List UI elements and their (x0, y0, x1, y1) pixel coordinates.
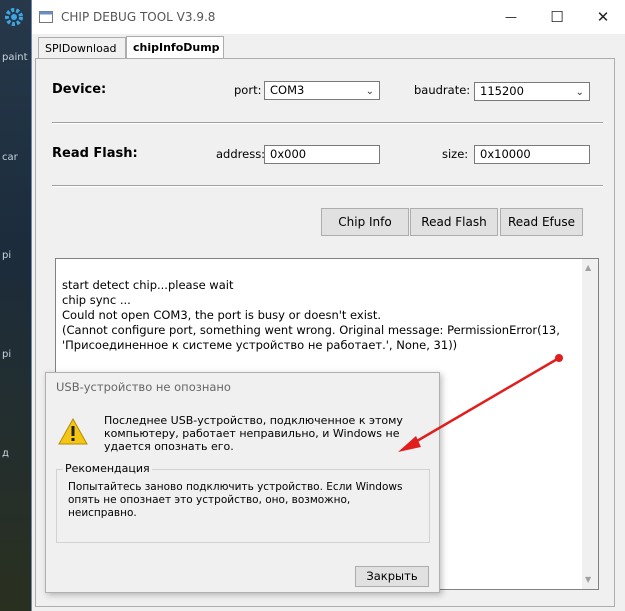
address-input[interactable]: 0x000 (264, 145, 380, 164)
log-line: (Cannot configure port, something went w… (62, 323, 560, 337)
read-flash-button[interactable]: Read Flash (410, 208, 498, 236)
size-input[interactable]: 0x10000 (474, 145, 590, 164)
port-select[interactable]: COM3 ⌄ (264, 81, 380, 100)
close-icon: ✕ (596, 8, 610, 26)
window-title: CHIP DEBUG TOOL V3.9.8 (61, 10, 216, 24)
tab-chipinfodump[interactable]: chipInfoDump (126, 36, 224, 59)
gear-icon[interactable] (0, 0, 31, 40)
recommendation-group: Рекомендация Попытайтесь заново подключи… (56, 462, 430, 543)
desktop-icon-label: pi (2, 349, 12, 360)
baudrate-value: 115200 (480, 84, 524, 98)
divider (52, 122, 603, 124)
desktop-icon-label: pi (2, 250, 12, 261)
address-label: address: (216, 147, 266, 161)
baudrate-label: baudrate: (414, 83, 471, 97)
dialog-title: USB-устройство не опознано (56, 380, 231, 394)
device-label: Device: (52, 82, 107, 97)
desktop-icon-label: paint (2, 52, 28, 63)
chevron-down-icon: ⌄ (365, 86, 374, 97)
divider (52, 185, 603, 187)
read-efuse-button[interactable]: Read Efuse (500, 208, 583, 236)
chip-info-button[interactable]: Chip Info (321, 208, 409, 236)
log-line: chip sync ... (62, 293, 131, 307)
read-flash-label: Read Flash: (52, 146, 138, 161)
warning-icon (58, 417, 88, 445)
vertical-scrollbar[interactable]: ▲ ▼ (582, 259, 598, 589)
minimize-icon: — (505, 10, 517, 24)
chevron-down-icon: ⌄ (575, 87, 584, 98)
dialog-close-button[interactable]: Закрыть (355, 566, 429, 587)
desktop-icon-label: д (2, 448, 9, 459)
size-label: size: (442, 147, 469, 161)
desktop-background: paint car pi pi д (0, 0, 31, 611)
maximize-button[interactable]: ☐ (534, 0, 580, 34)
recommendation-text: Попытайтесь заново подключить устройство… (68, 481, 403, 519)
desktop-icon-label: car (2, 152, 18, 163)
dialog-message: Последнее USB-устройство, подключенное к… (104, 414, 403, 453)
log-line: Could not open COM3, the port is busy or… (62, 308, 382, 322)
group-caption: Рекомендация (63, 462, 152, 475)
title-bar[interactable]: CHIP DEBUG TOOL V3.9.8 — ☐ ✕ (32, 0, 625, 34)
log-line: 'Присоединенное к системе устройство не … (62, 338, 458, 352)
tab-spidownload[interactable]: SPIDownload (38, 37, 126, 58)
minimize-button[interactable]: — (488, 0, 534, 34)
baudrate-select[interactable]: 115200 ⌄ (474, 82, 590, 101)
port-value: COM3 (270, 83, 305, 97)
usb-warning-dialog: USB-устройство не опознано Последнее USB… (45, 372, 440, 593)
scroll-down-icon[interactable]: ▼ (585, 575, 591, 584)
scroll-up-icon[interactable]: ▲ (585, 263, 591, 272)
app-icon (39, 11, 53, 23)
log-line: start detect chip...please wait (62, 278, 234, 292)
port-label: port: (234, 83, 262, 97)
maximize-icon: ☐ (550, 8, 564, 26)
close-window-button[interactable]: ✕ (580, 0, 625, 34)
